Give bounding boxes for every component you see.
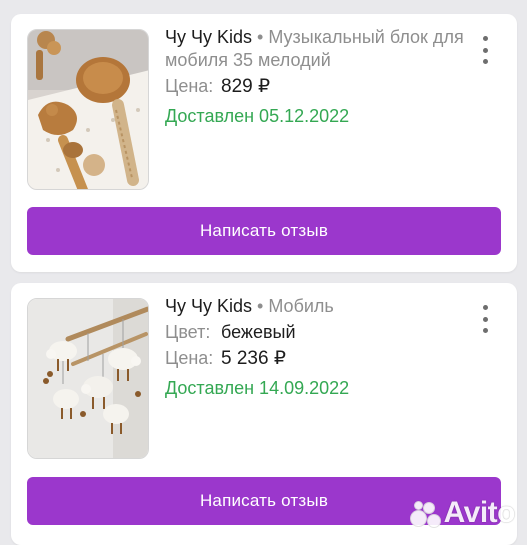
price-value: 5 236 ₽ [221, 348, 286, 369]
avito-logo-icon [409, 500, 441, 528]
menu-dot [482, 47, 488, 53]
product-title[interactable]: Чу Чу Kids • Мобиль [165, 295, 465, 318]
sheep-mobile-photo [28, 299, 148, 458]
price-row: Цена: 829 ₽ [165, 74, 465, 99]
price-label: Цена: [165, 348, 214, 368]
menu-dot [482, 328, 488, 333]
write-review-button[interactable]: Написать отзыв [27, 207, 501, 255]
order-info: Чу Чу Kids • Мобиль Цвет: бежевый Цена: 5 … [165, 295, 465, 401]
product-image[interactable] [27, 29, 149, 190]
product-title[interactable]: Чу Чу Kids • Музыкальный блок для мобиля… [165, 26, 465, 72]
order-card[interactable]: Чу Чу Kids • Музыкальный блок для мобиля… [11, 14, 517, 272]
brand-name: Чу Чу Kids [165, 296, 253, 316]
more-vertical-icon[interactable] [475, 36, 495, 64]
watermark-text: Avito [443, 496, 516, 529]
title-separator: • [257, 27, 264, 47]
avito-watermark: Avito [409, 496, 516, 530]
delivery-status: Доставлен 05.12.2022 [165, 106, 350, 126]
delivery-status: Доставлен 14.09.2022 [165, 378, 350, 398]
price-value: 829 ₽ [221, 76, 271, 97]
color-label: Цвет: [165, 322, 211, 342]
order-info: Чу Чу Kids • Музыкальный блок для мобиля… [165, 26, 465, 129]
menu-dot [482, 316, 488, 322]
product-image[interactable] [27, 298, 149, 459]
menu-dot [482, 59, 488, 64]
menu-dot [482, 36, 488, 41]
price-label: Цена: [165, 76, 214, 96]
title-separator: • [257, 296, 264, 316]
wooden-toys-photo [28, 30, 148, 189]
brand-name: Чу Чу Kids [165, 27, 253, 47]
more-vertical-icon[interactable] [475, 305, 495, 333]
price-row: Цена: 5 236 ₽ [165, 346, 465, 371]
color-value: бежевый [221, 322, 296, 342]
menu-dot [482, 305, 488, 310]
product-name: Мобиль [268, 296, 334, 316]
color-row: Цвет: бежевый [165, 320, 465, 344]
